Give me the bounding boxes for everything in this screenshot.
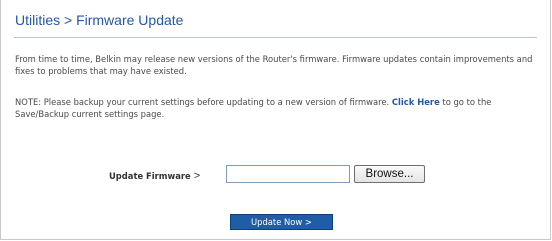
browse-button[interactable]: Browse...	[354, 165, 425, 183]
content-panel: Utilities > Firmware Update From time to…	[0, 0, 551, 240]
note-prefix: NOTE: Please backup your current setting…	[15, 97, 390, 107]
backup-settings-link[interactable]: Click Here	[392, 97, 440, 107]
page-title: Utilities > Firmware Update	[15, 12, 184, 28]
label-separator: >	[193, 170, 201, 182]
firmware-upload-row: Update Firmware > Browse...	[1, 165, 552, 187]
update-firmware-label: Update Firmware >	[109, 170, 200, 182]
update-firmware-label-text: Update Firmware	[109, 171, 191, 181]
title-divider	[14, 37, 537, 38]
update-now-button[interactable]: Update Now >	[230, 214, 333, 230]
intro-text: From time to time, Belkin may release ne…	[15, 54, 533, 76]
firmware-file-input[interactable]	[226, 165, 350, 183]
backup-note: NOTE: Please backup your current setting…	[15, 96, 540, 120]
